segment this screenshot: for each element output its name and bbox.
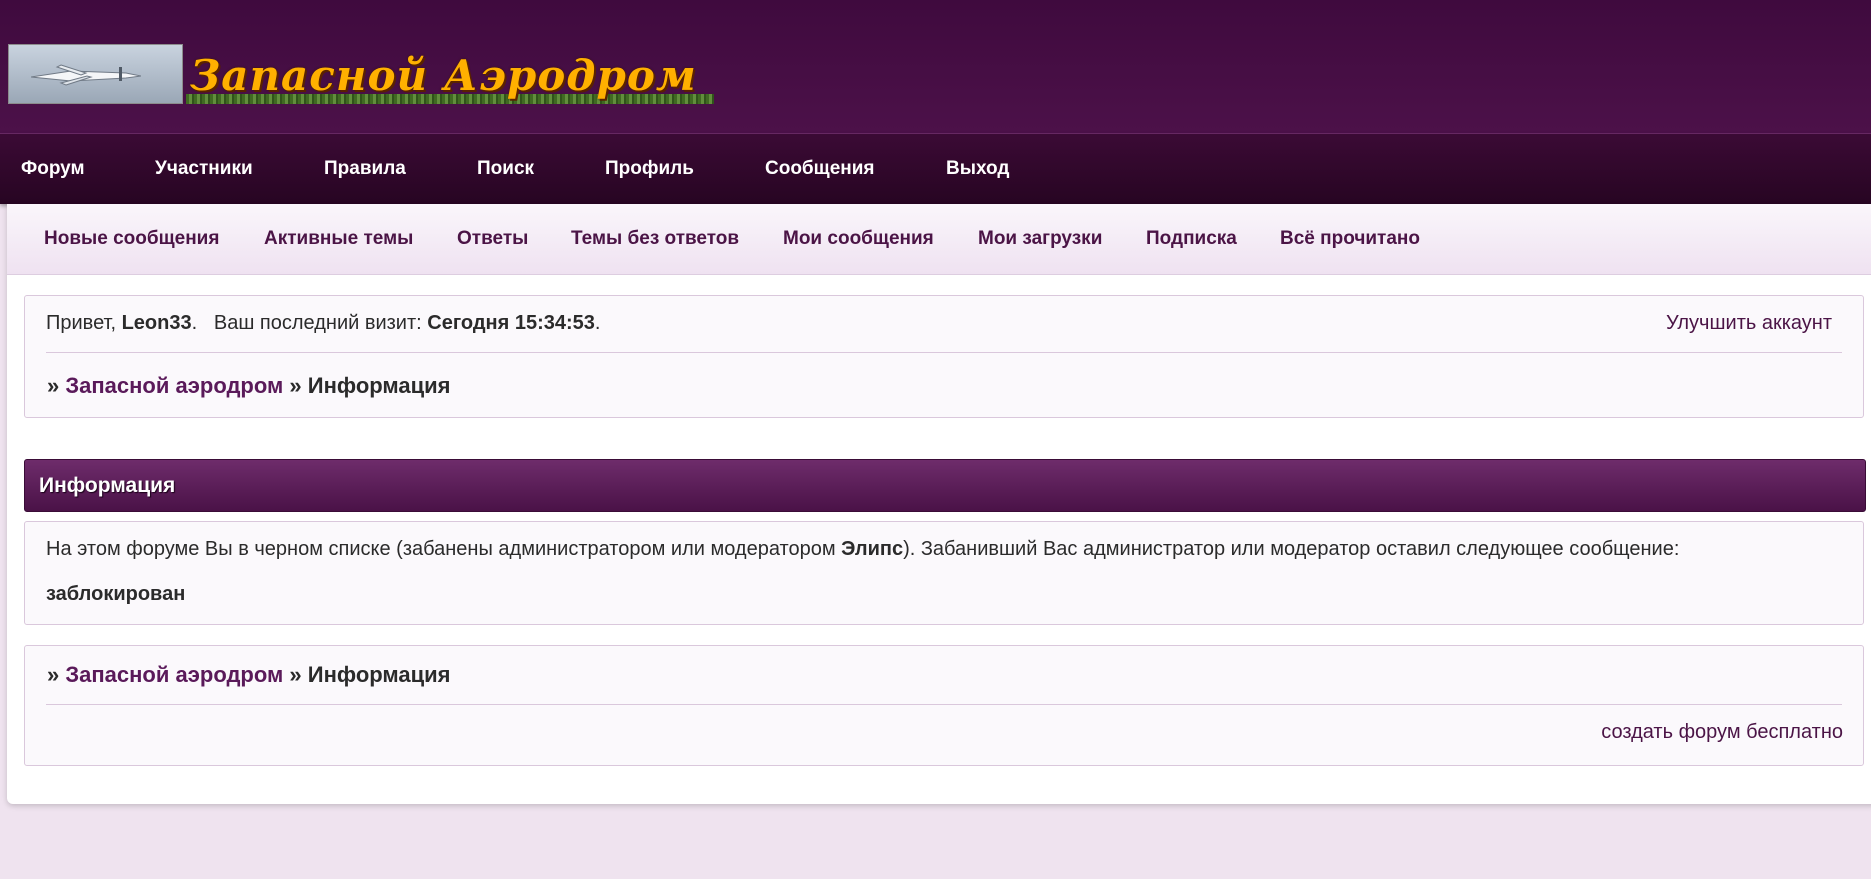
breadcrumb-current: Информация [307,662,451,687]
site-logo[interactable]: Запасной Аэродром [8,44,714,104]
breadcrumb-separator: » [283,662,308,687]
logo-text: Запасной Аэродром [190,51,697,100]
nav-search[interactable]: Поиск [477,134,534,204]
breadcrumb-prefix: » [47,662,66,687]
subnav-mark-all-read[interactable]: Всё прочитано [1280,204,1420,274]
info-box: На этом форуме Вы в черном списке (забан… [24,521,1864,625]
breadcrumb-separator: » [283,373,308,398]
nav-messages[interactable]: Сообщения [765,134,875,204]
subnav-active-topics[interactable]: Активные темы [264,204,413,274]
subnav-unanswered[interactable]: Темы без ответов [571,204,739,274]
subnav-replies[interactable]: Ответы [457,204,528,274]
period: . [594,312,601,334]
divider [46,704,1842,705]
breadcrumb-current: Информация [307,373,451,398]
ban-notice-text: На этом форуме Вы в черном списке (забан… [46,538,842,560]
username: Leon33 [121,312,192,334]
last-visit-time: Сегодня 15:34:53 [427,312,595,334]
greeting-text: Привет, [46,312,122,334]
breadcrumb-bottom: » Запасной аэродром » Информация [47,662,451,688]
ban-notice: На этом форуме Вы в черном списке (забан… [46,538,1679,561]
ban-notice-text-end: ). Забанивший Вас администратор или моде… [903,538,1680,560]
nav-profile[interactable]: Профиль [605,134,694,204]
content-panel: Новые сообщения Активные темы Ответы Тем… [7,204,1871,804]
breadcrumb-forum-link[interactable]: Запасной аэродром [65,373,283,398]
subnav-new-posts[interactable]: Новые сообщения [44,204,219,274]
footer-box: » Запасной аэродром » Информация создать… [24,645,1864,766]
info-title: Информация [39,474,176,497]
welcome-line: Привет, Leon33. Ваш последний визит: Сег… [46,312,600,335]
main-nav: Форум Участники Правила Поиск Профиль Со… [0,134,1871,204]
nav-logout[interactable]: Выход [946,134,1009,204]
subnav-my-uploads[interactable]: Мои загрузки [978,204,1102,274]
airplane-photo [8,44,183,104]
divider [46,352,1842,353]
ban-message: заблокирован [46,583,186,605]
sub-nav: Новые сообщения Активные темы Ответы Тем… [7,204,1871,275]
nav-forum[interactable]: Форум [21,134,85,204]
create-forum-link[interactable]: создать форум бесплатно [1601,721,1843,744]
site-header: Запасной Аэродром [0,0,1871,134]
nav-rules[interactable]: Правила [324,134,406,204]
subnav-my-posts[interactable]: Мои сообщения [783,204,934,274]
nav-members[interactable]: Участники [155,134,253,204]
last-visit-label: . Ваш последний визит: [191,312,428,334]
welcome-box: Привет, Leon33. Ваш последний визит: Сег… [24,295,1864,418]
moderator-name: Элипс [841,538,904,560]
airplane-icon [31,64,141,86]
upgrade-account-link[interactable]: Улучшить аккаунт [1666,312,1832,335]
breadcrumb-forum-link[interactable]: Запасной аэродром [65,662,283,687]
breadcrumb-prefix: » [47,373,66,398]
breadcrumb: » Запасной аэродром » Информация [47,373,451,399]
info-header: Информация [24,459,1866,512]
subnav-subscription[interactable]: Подписка [1146,204,1237,274]
